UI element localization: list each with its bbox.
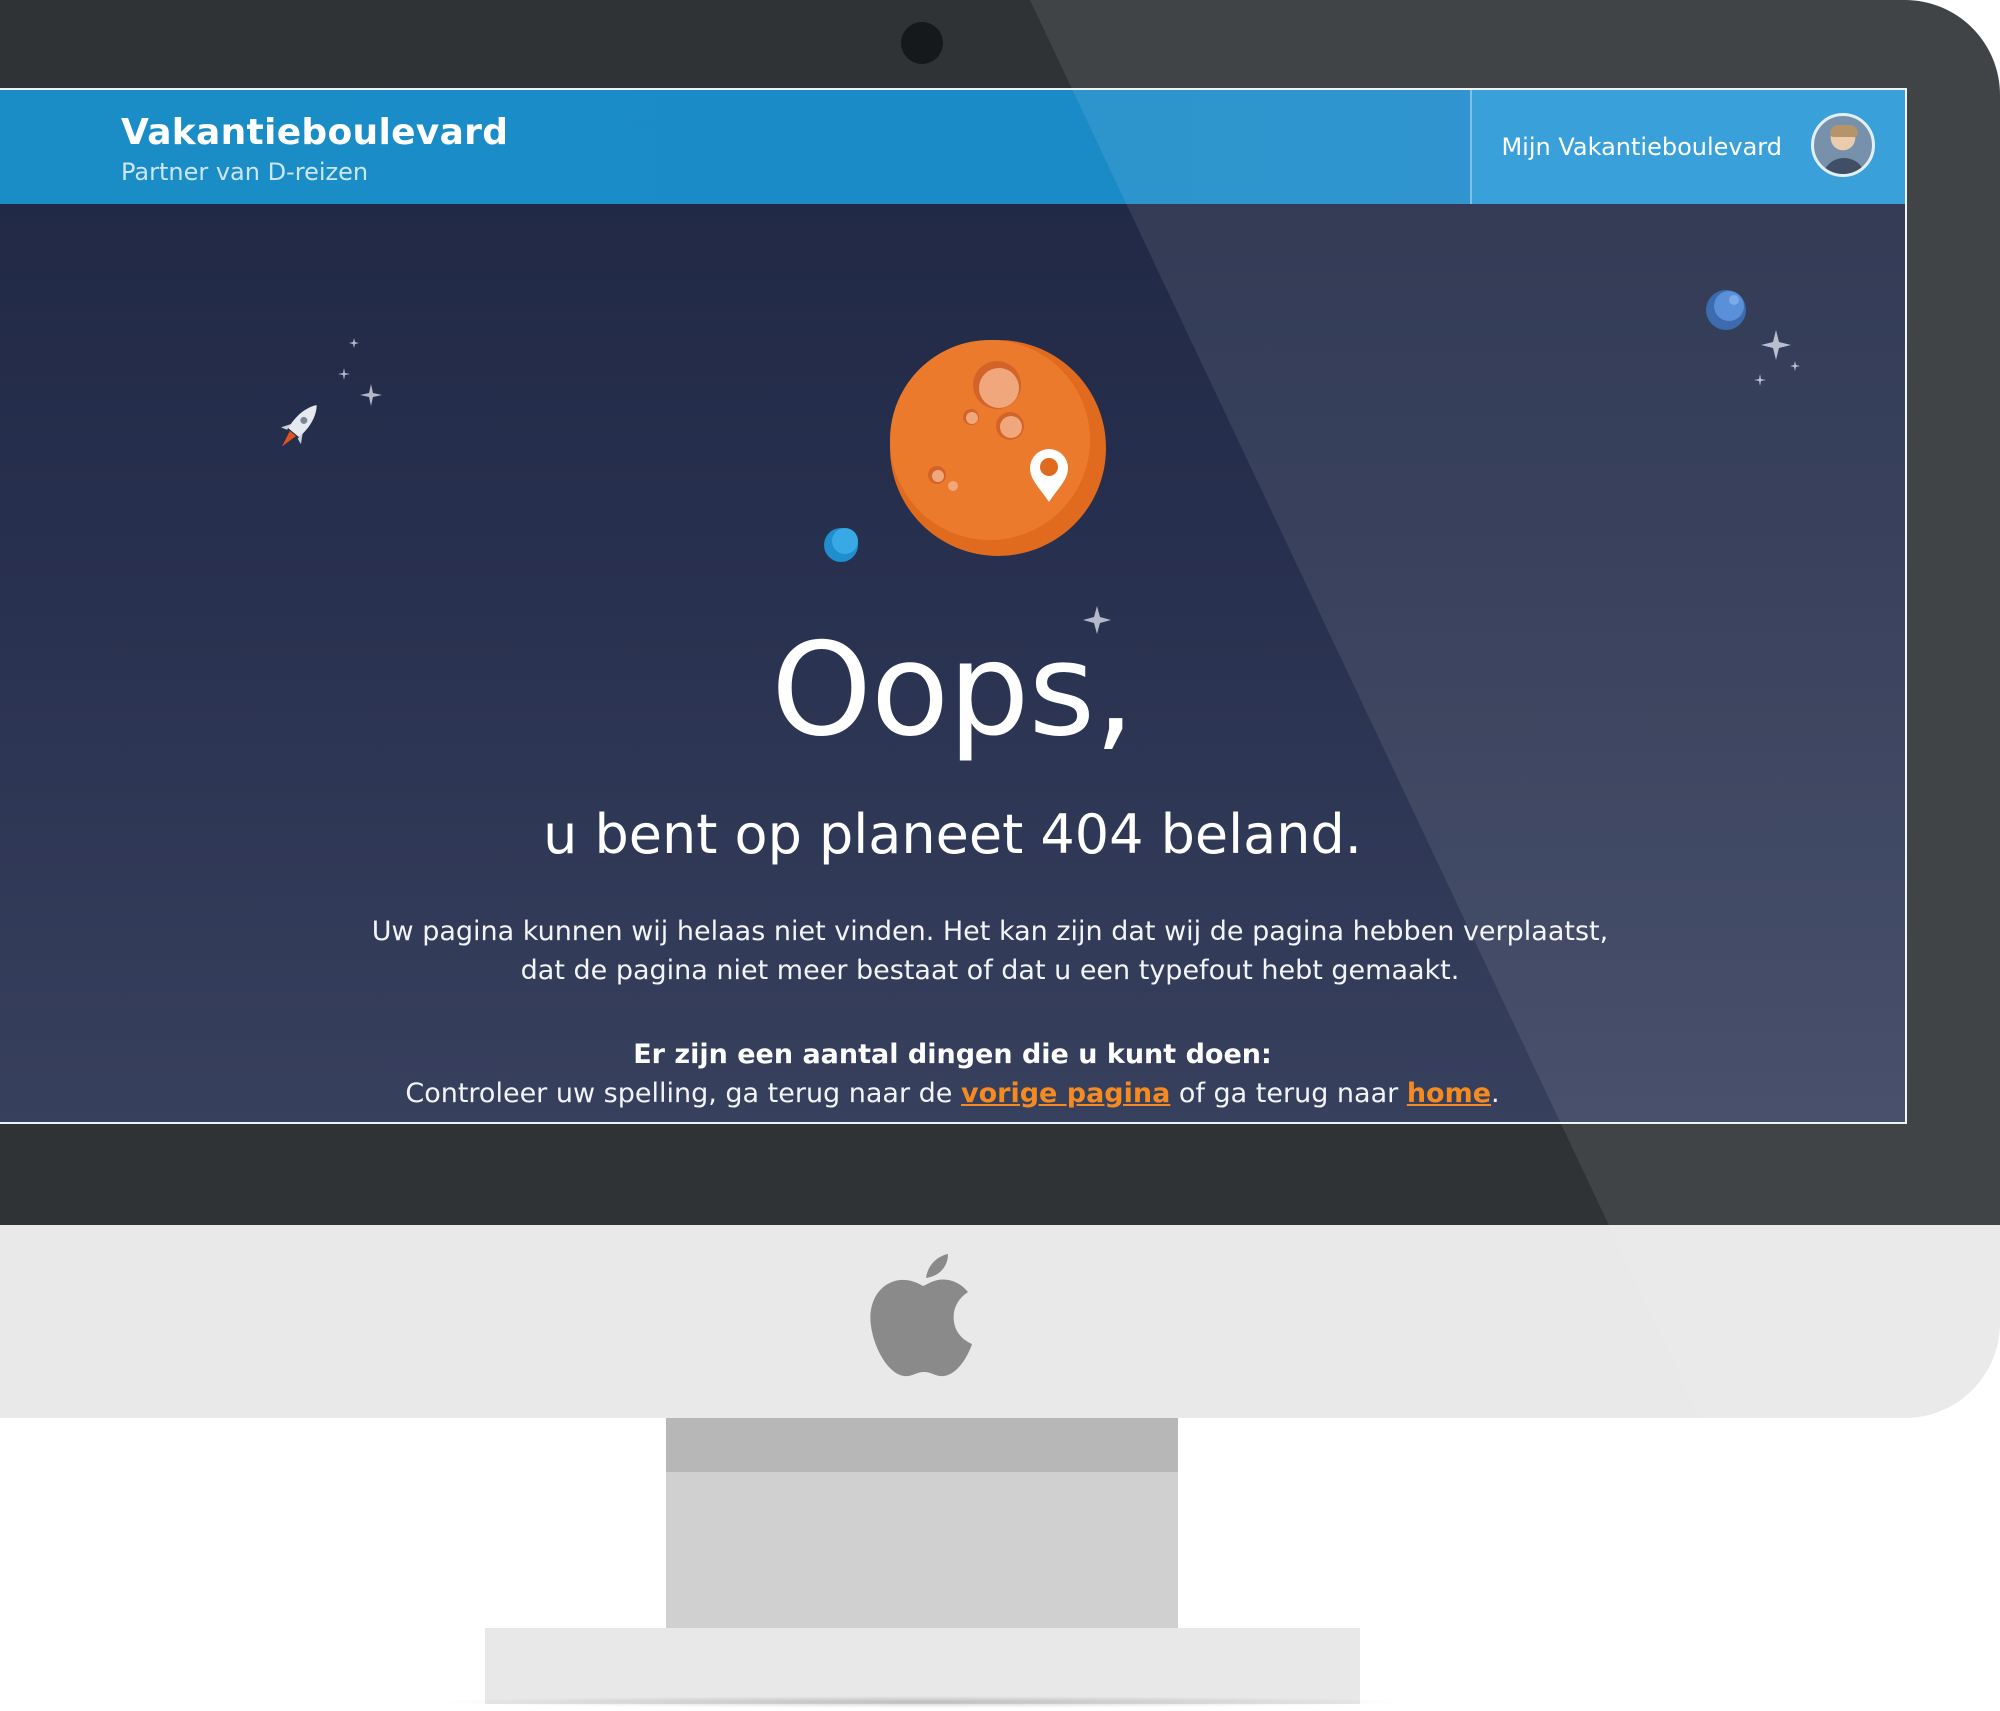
error-headline: Oops, xyxy=(771,616,1135,765)
webcam xyxy=(901,22,943,64)
error-description: Uw pagina kunnen wij helaas niet vinden.… xyxy=(371,916,1609,986)
options-heading: Er zijn een aantal dingen die u kunt doe… xyxy=(633,1039,1272,1070)
options-text: Controleer uw spelling, ga terug naar de… xyxy=(0,1074,1905,1113)
options-text-part: Controleer uw spelling, ga terug naar de xyxy=(405,1078,961,1109)
stand-neck-top xyxy=(666,1418,1178,1472)
previous-page-link[interactable]: vorige pagina xyxy=(961,1078,1170,1109)
browser-screen: Vakantieboulevard Partner van D-reizen M… xyxy=(0,88,1907,1124)
error-subtitle: u bent op planeet 404 beland. xyxy=(543,803,1362,866)
stand-neck xyxy=(666,1472,1178,1628)
apple-logo-icon xyxy=(870,1254,972,1377)
orange-planet-icon xyxy=(890,340,1106,556)
options-text-part: . xyxy=(1491,1078,1500,1109)
stand-shadow xyxy=(430,1696,1415,1708)
stand-base xyxy=(485,1628,1360,1704)
monitor-bezel: Vakantieboulevard Partner van D-reizen M… xyxy=(0,0,2000,1225)
blue-moon-icon xyxy=(824,528,858,562)
home-link[interactable]: home xyxy=(1407,1078,1491,1109)
options-text-part: of ga terug naar xyxy=(1170,1078,1407,1109)
distant-planet-icon xyxy=(1706,290,1746,330)
monitor-chin xyxy=(0,1225,2000,1418)
rocket-icon xyxy=(281,405,317,447)
